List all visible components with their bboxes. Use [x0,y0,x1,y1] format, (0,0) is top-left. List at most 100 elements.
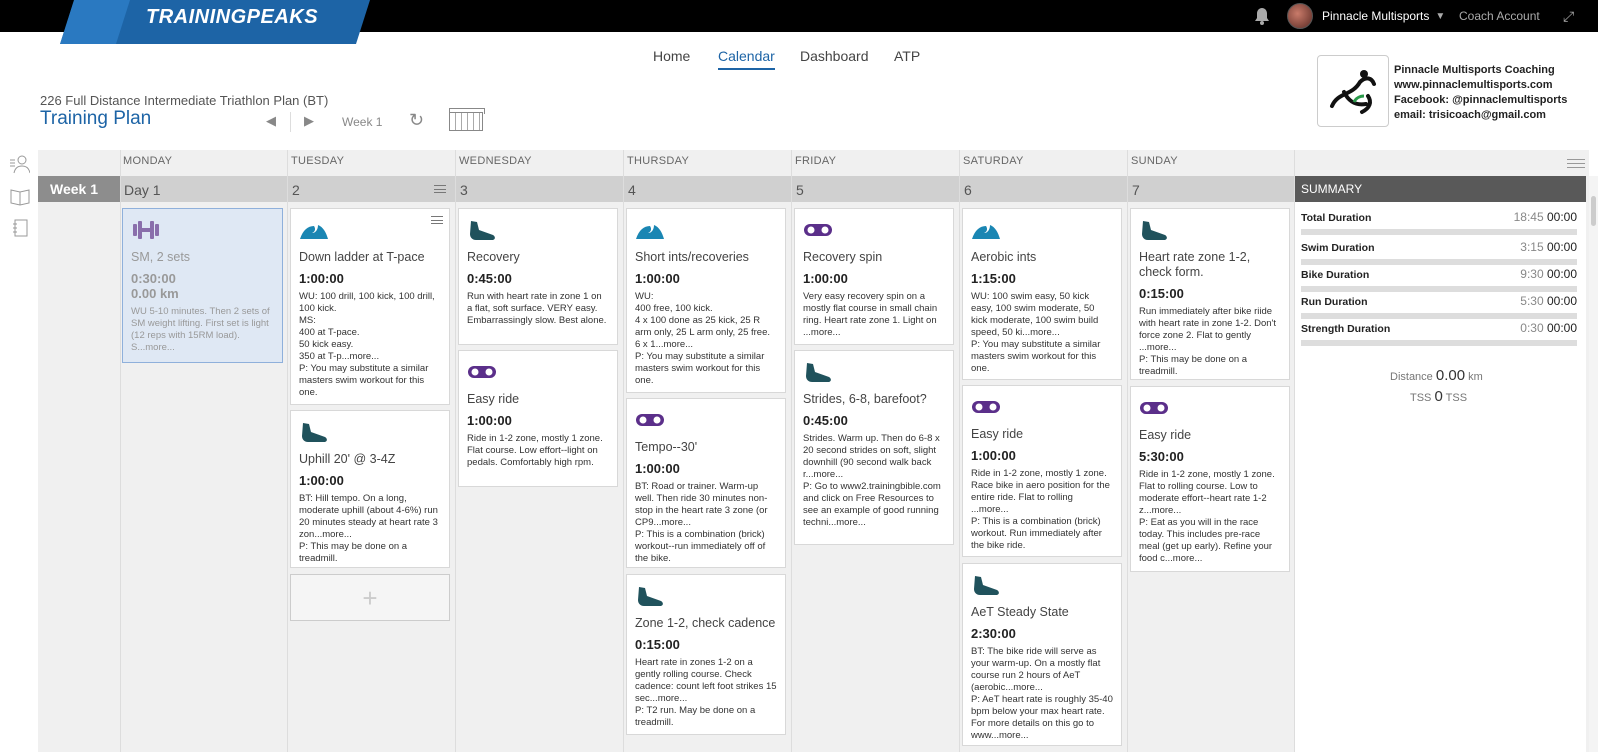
summary-row: Swim Duration 3:15 00:00 [1301,240,1577,265]
summary-value: 3:15 00:00 [1520,240,1577,254]
account-name: Pinnacle Multisports [1322,9,1430,23]
day-header-friday: FRIDAY [795,155,837,167]
bike-icon [635,409,665,435]
run-icon [635,585,665,611]
next-week-icon[interactable]: ▶ [304,113,314,129]
workout-description: Run immediately after bike riide with he… [1139,306,1276,377]
notes-icon[interactable] [10,218,30,240]
summary-value: 9:30 00:00 [1520,267,1577,281]
coach-logo [1317,55,1389,127]
column-divider [623,150,624,752]
workout-library-icon[interactable] [10,186,30,208]
page-title: Training Plan [40,108,152,129]
summary-value: 5:30 00:00 [1520,294,1577,308]
nav-atp[interactable]: ATP [894,48,920,68]
card-menu-icon[interactable] [431,216,443,224]
coach-name: Pinnacle Multisports Coaching [1394,64,1555,76]
summary-row: Run Duration 5:30 00:00 [1301,294,1577,319]
summary-bar [1301,286,1577,292]
swim-icon [971,219,1001,245]
grid-menu-icon[interactable] [1567,159,1585,168]
coach-email: email: trisicoach@gmail.com [1394,109,1546,121]
workout-card[interactable]: Aerobic ints 1:15:00 WU: 100 swim easy, … [962,208,1122,380]
workout-card[interactable]: Easy ride 5:30:00 Ride in 1-2 zone, most… [1130,386,1290,572]
refresh-icon[interactable]: ↻ [409,110,424,131]
day-number: 3 [460,182,468,198]
prev-week-icon[interactable]: ◀ [266,113,276,129]
workout-card[interactable]: Easy ride 1:00:00 Ride in 1-2 zone, most… [962,385,1122,557]
workout-description: BT: Hill tempo. On a long, moderate uphi… [299,493,438,564]
nav-calendar[interactable]: Calendar [718,48,775,70]
workout-title: Aerobic ints [971,250,1037,264]
workout-card[interactable]: Down ladder at T-pace 1:00:00 WU: 100 dr… [290,208,450,405]
run-icon [803,361,833,387]
coach-info: Pinnacle Multisports Coaching www.pinnac… [1394,63,1567,123]
athlete-library-icon[interactable] [10,154,31,176]
workout-distance: 0.00 km [131,286,179,301]
workout-description: Ride in 1-2 zone, mostly 1 zone. Race bi… [971,468,1110,551]
strength-icon [131,219,161,245]
workout-title: Recovery spin [803,250,883,264]
workout-card[interactable]: AeT Steady State 2:30:00 BT: The bike ri… [962,563,1122,746]
workout-card[interactable]: Tempo--30' 1:00:00 BT: Road or trainer. … [626,398,786,568]
workout-card[interactable]: Recovery spin 1:00:00 Very easy recovery… [794,208,954,345]
workout-card[interactable]: Uphill 20' @ 3-4Z 1:00:00 BT: Hill tempo… [290,410,450,568]
avatar[interactable] [1287,0,1313,32]
workout-duration: 1:00:00 [299,473,344,488]
calendar-icon[interactable] [449,108,485,131]
nav-home[interactable]: Home [653,48,690,68]
workout-description: WU 5-10 minutes. Then 2 sets of SM weigh… [131,306,270,353]
run-icon [299,421,329,447]
workout-duration: 0:45:00 [803,413,848,428]
workout-card[interactable]: Recovery 0:45:00 Run with heart rate in … [458,208,618,345]
workout-title: Uphill 20' @ 3-4Z [299,452,396,466]
workout-duration: 1:00:00 [467,413,512,428]
column-divider [959,150,960,752]
brand-name: TRAININGPEAKS [146,6,319,28]
workout-card[interactable]: Zone 1-2, check cadence 0:15:00 Heart ra… [626,574,786,735]
workout-card[interactable]: Short ints/recoveries 1:00:00 WU: 400 fr… [626,208,786,393]
coach-facebook: Facebook: @pinnaclemultisports [1394,94,1568,106]
day-header-monday: MONDAY [123,155,173,167]
workout-description: Strides. Warm up. Then do 6-8 x 20 secon… [803,433,941,528]
nav-dashboard[interactable]: Dashboard [800,48,869,68]
workout-card[interactable]: Strides, 6-8, barefoot? 0:45:00 Strides.… [794,350,954,545]
notifications-bell-icon[interactable] [1254,0,1270,32]
workout-title: Easy ride [971,427,1024,441]
column-divider [791,150,792,752]
workout-duration: 1:00:00 [635,271,680,286]
workout-duration: 1:00:00 [971,448,1016,463]
day-number: 4 [628,182,636,198]
summary-bar [1301,229,1577,235]
workout-description: BT: The bike ride will serve as your war… [971,646,1113,741]
workout-duration: 0:30:00 [131,271,176,286]
workout-title: Zone 1-2, check cadence [635,616,776,630]
workout-description: Ride in 1-2 zone, mostly 1 zone. Flat co… [467,433,603,468]
fullscreen-icon[interactable]: ⤢ [1563,0,1574,32]
workout-description: WU: 100 swim easy, 50 kick easy, 100 swi… [971,291,1101,374]
scrollbar[interactable] [1589,176,1598,752]
day-number: 5 [796,182,804,198]
workout-description: Heart rate in zones 1-2 on a gently roll… [635,657,777,728]
workout-title: Easy ride [467,392,520,406]
bike-icon [971,396,1001,422]
workout-card[interactable]: Easy ride 1:00:00 Ride in 1-2 zone, most… [458,350,618,487]
day-menu-icon[interactable] [434,185,446,193]
brand-logo[interactable]: TRAININGPEAKS [60,0,370,44]
swim-icon [299,219,329,245]
day-number: 6 [964,182,972,198]
run-icon [971,574,1001,600]
coach-account-link[interactable]: Coach Account [1459,0,1540,32]
workout-title: Strides, 6-8, barefoot? [803,392,927,406]
workout-card[interactable]: Heart rate zone 1-2, check form. 0:15:00… [1130,208,1290,380]
account-menu[interactable]: Pinnacle Multisports ▼ [1322,0,1445,32]
workout-card[interactable]: SM, 2 sets 0:30:00 0.00 km WU 5-10 minut… [122,208,283,363]
summary-row: Bike Duration 9:30 00:00 [1301,267,1577,292]
day-header-wednesday: WEDNESDAY [459,155,532,167]
workout-title: Heart rate zone 1-2, check form. [1139,250,1251,279]
workout-title: SM, 2 sets [131,250,191,264]
summary-bar [1301,340,1577,346]
workout-description: Ride in 1-2 zone, mostly 1 zone. Flat to… [1139,469,1275,564]
workout-duration: 0:45:00 [467,271,512,286]
add-workout-button[interactable]: + [290,574,450,621]
